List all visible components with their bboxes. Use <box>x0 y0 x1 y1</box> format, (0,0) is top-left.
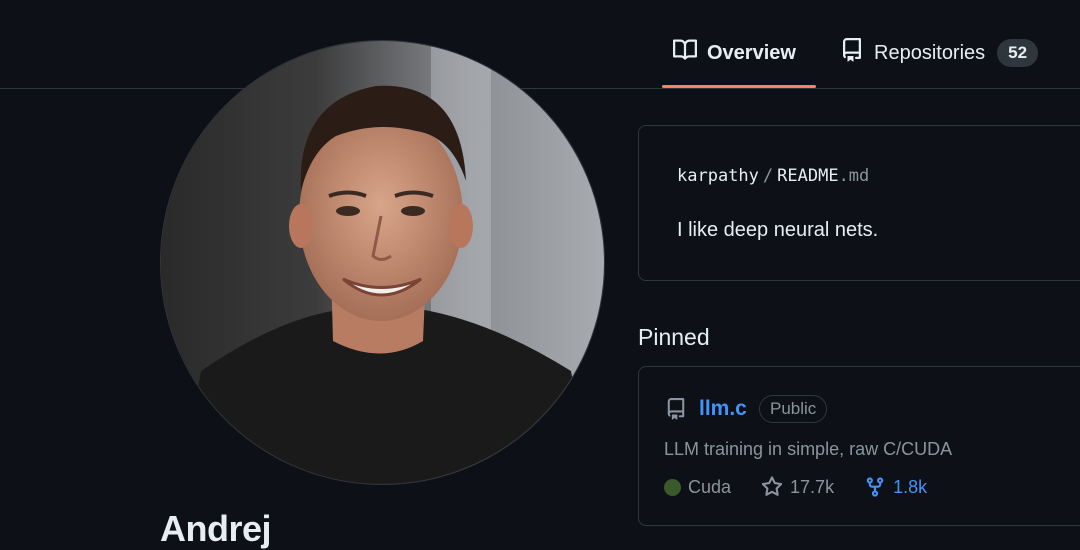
fork-icon <box>866 477 884 497</box>
readme-path-separator: / <box>762 166 774 186</box>
stars-link[interactable]: 17.7k <box>761 476 834 498</box>
pinned-repo-card: llm.c Public LLM training in simple, raw… <box>638 366 1080 526</box>
readme-content: I like deep neural nets. <box>677 219 879 241</box>
forks-link[interactable]: 1.8k <box>864 476 927 498</box>
language-color-dot <box>664 478 681 496</box>
repo-icon <box>840 38 864 68</box>
readme-file-base: README <box>777 166 839 186</box>
repositories-count-badge: 52 <box>997 39 1039 67</box>
readme-file-ext: .md <box>838 166 870 186</box>
profile-name: Andrej <box>160 508 272 549</box>
repo-name-link[interactable]: llm.c <box>699 397 747 421</box>
header-divider <box>0 88 1080 89</box>
active-tab-indicator <box>662 85 816 88</box>
book-icon <box>673 38 698 68</box>
repo-description: LLM training in simple, raw C/CUDA <box>664 439 953 459</box>
repo-language: Cuda <box>664 477 731 498</box>
visibility-badge: Public <box>759 395 828 423</box>
pinned-heading: Pinned <box>638 324 710 350</box>
readme-card: karpathy / README.md I like deep neural ne… <box>638 125 1080 281</box>
avatar[interactable] <box>160 40 605 485</box>
repo-meta: Cuda 17.7k 1.8k <box>664 476 957 498</box>
readme-owner[interactable]: karpathy <box>677 166 759 186</box>
tab-overview-label: Overview <box>707 41 796 64</box>
readme-path: karpathy / README.md <box>677 166 869 186</box>
forks-count: 1.8k <box>893 476 928 497</box>
profile-photo <box>161 41 604 484</box>
tab-repositories[interactable]: Repositories 52 <box>840 36 1039 70</box>
stars-count: 17.7k <box>790 476 835 497</box>
language-label: Cuda <box>688 476 732 497</box>
tab-overview[interactable]: Overview <box>673 36 796 70</box>
tab-repositories-label: Repositories <box>874 41 986 64</box>
star-icon <box>761 476 783 496</box>
repo-icon <box>665 397 687 421</box>
